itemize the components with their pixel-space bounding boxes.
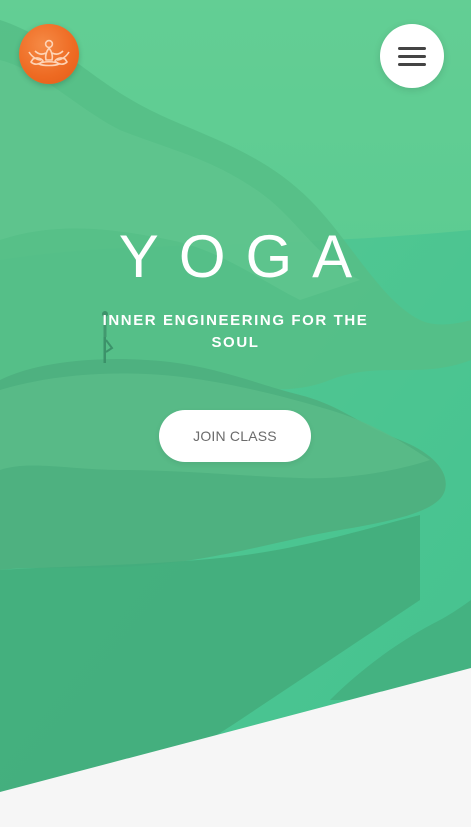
logo[interactable] xyxy=(19,24,79,84)
lotus-meditation-icon xyxy=(28,39,70,67)
hero-title: YOGA xyxy=(118,223,373,290)
hero-subtitle: INNER ENGINEERING FOR THE SOUL xyxy=(102,312,369,351)
hero-section: YOGA INNER ENGINEERING FOR THE SOUL JOIN… xyxy=(0,0,471,827)
page: YOGA INNER ENGINEERING FOR THE SOUL JOIN… xyxy=(0,0,471,827)
menu-button[interactable] xyxy=(380,24,444,88)
join-class-button[interactable]: JOIN CLASS xyxy=(159,410,311,462)
